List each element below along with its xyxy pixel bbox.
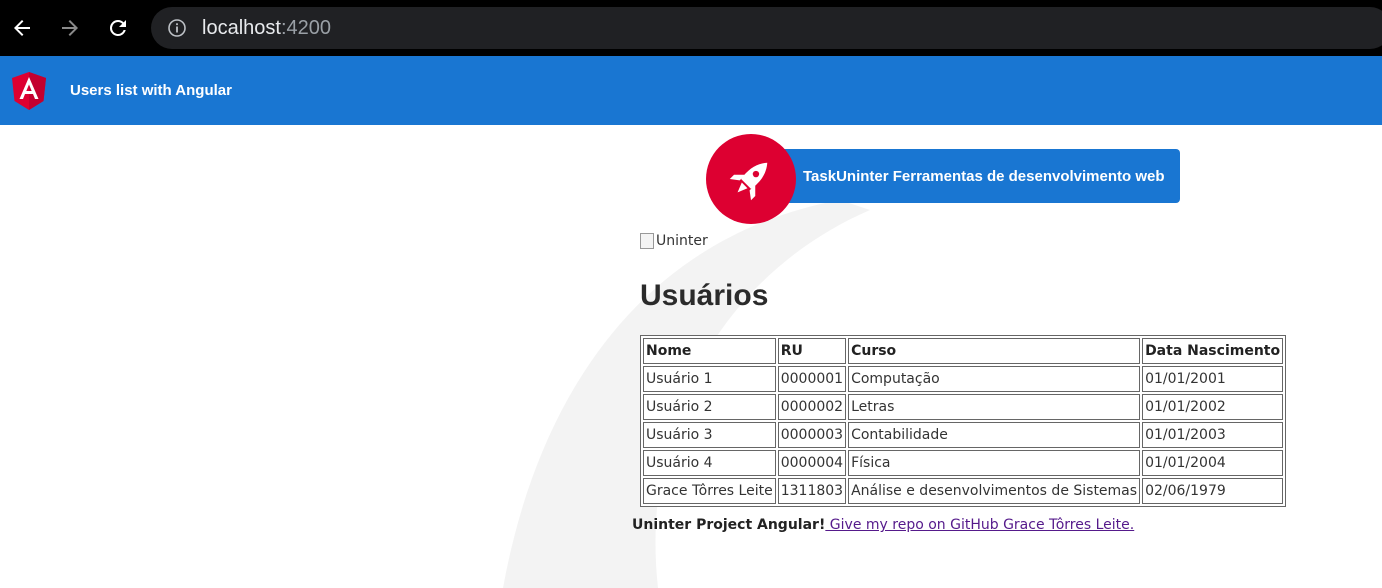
toolbar-title: Users list with Angular (70, 82, 232, 99)
cell-ru: 0000004 (777, 450, 847, 476)
footer-text: Uninter Project Angular! (632, 517, 826, 533)
card-link[interactable]: TaskUninter Ferramentas de desenvolvimen… (780, 149, 1180, 203)
cell-nome: Usuário 4 (643, 450, 776, 476)
address-bar[interactable]: localhost:4200 (151, 7, 1382, 49)
card-label: TaskUninter Ferramentas de desenvolvimen… (803, 168, 1165, 185)
browser-toolbar: localhost:4200 (0, 0, 1382, 56)
cell-nome: Usuário 2 (643, 394, 776, 420)
column-header-data-nascimento: Data Nascimento (1142, 338, 1284, 364)
cell-ru: 0000001 (777, 366, 847, 392)
cell-data-nascimento: 01/01/2002 (1142, 394, 1284, 420)
users-table: Nome RU Curso Data Nascimento Usuário 1 … (640, 335, 1287, 507)
forward-arrow-icon[interactable] (56, 14, 84, 42)
table-row: Usuário 1 0000001 Computação 01/01/2001 (643, 366, 1284, 392)
cell-curso: Contabilidade (848, 422, 1141, 448)
page-title: Usuários (640, 279, 769, 312)
url-host: localhost (202, 17, 281, 39)
rocket-icon (729, 162, 768, 201)
column-header-ru: RU (777, 338, 847, 364)
broken-image-icon (640, 233, 654, 249)
cell-nome: Usuário 3 (643, 422, 776, 448)
column-header-curso: Curso (848, 338, 1141, 364)
github-link[interactable]: Give my repo on GitHub Grace Tôrres Leit… (825, 517, 1134, 533)
footer: Uninter Project Angular! Give my repo on… (632, 516, 1134, 534)
back-arrow-icon[interactable] (8, 14, 36, 42)
cell-curso: Letras (848, 394, 1141, 420)
image-alt-text: Uninter (656, 233, 708, 249)
reload-icon[interactable] (104, 14, 132, 42)
url-port: :4200 (280, 17, 331, 39)
table-row: Usuário 4 0000004 Física 01/01/2004 (643, 450, 1284, 476)
info-icon[interactable] (167, 18, 187, 38)
cell-data-nascimento: 01/01/2001 (1142, 366, 1284, 392)
table-row: Usuário 3 0000003 Contabilidade 01/01/20… (643, 422, 1284, 448)
cell-curso: Análise e desenvolvimentos de Sistemas (848, 478, 1141, 504)
cell-ru: 0000002 (777, 394, 847, 420)
url-text[interactable]: localhost:4200 (202, 16, 331, 40)
cell-data-nascimento: 01/01/2003 (1142, 422, 1284, 448)
app-toolbar: Users list with Angular (0, 56, 1382, 125)
cell-data-nascimento: 02/06/1979 (1142, 478, 1284, 504)
cell-ru: 1311803 (777, 478, 847, 504)
cell-curso: Física (848, 450, 1141, 476)
cell-data-nascimento: 01/01/2004 (1142, 450, 1284, 476)
cell-curso: Computação (848, 366, 1141, 392)
uninter-image: Uninter (640, 232, 708, 250)
cell-ru: 0000003 (777, 422, 847, 448)
table-header-row: Nome RU Curso Data Nascimento (643, 338, 1284, 364)
angular-logo-icon (12, 72, 46, 110)
table-row: Grace Tôrres Leite 1311803 Análise e des… (643, 478, 1284, 504)
cell-nome: Grace Tôrres Leite (643, 478, 776, 504)
column-header-nome: Nome (643, 338, 776, 364)
rocket-badge[interactable] (706, 134, 796, 224)
table-row: Usuário 2 0000002 Letras 01/01/2002 (643, 394, 1284, 420)
cell-nome: Usuário 1 (643, 366, 776, 392)
